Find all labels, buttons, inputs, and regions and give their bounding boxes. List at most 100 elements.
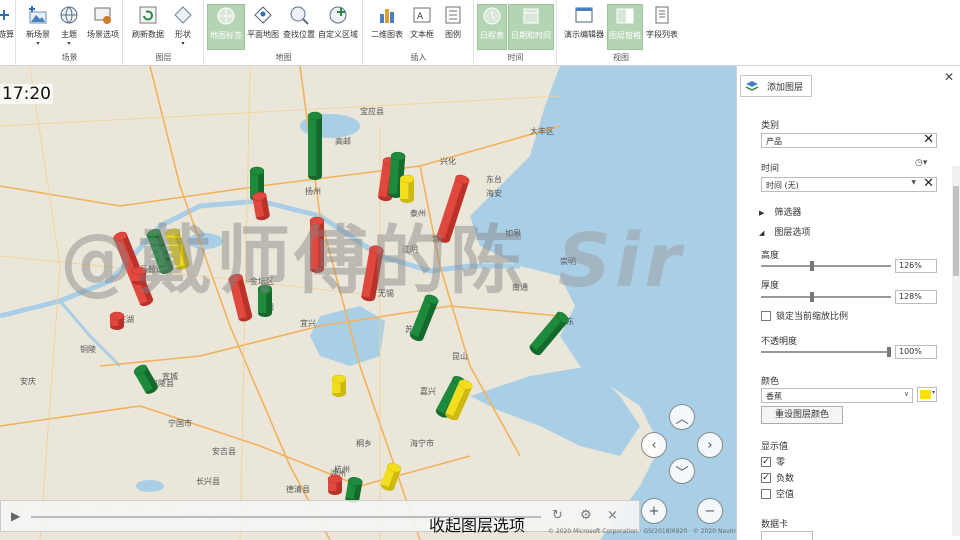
height-value[interactable]: 126% (895, 259, 937, 273)
thickness-value[interactable]: 128% (895, 290, 937, 304)
scrollbar-thumb[interactable] (953, 186, 959, 276)
negative-label: 负数 (776, 474, 795, 484)
layer-pane-label: 图层窗格 (609, 31, 641, 40)
lock-scale-checkbox[interactable]: 锁定当前缩放比例 (761, 309, 848, 322)
checkbox-box[interactable] (761, 310, 771, 321)
checkmark-icon[interactable]: ✓ (761, 472, 771, 483)
filter-section-toggle[interactable]: ▶ 筛选器 (759, 205, 801, 218)
map-labels-button[interactable]: 地图标签 (207, 4, 245, 50)
height-label: 高度 (761, 251, 780, 261)
refresh-data-label: 刷新数据 (132, 30, 164, 39)
map-place-label: 安庆 (20, 377, 36, 386)
map-place-label: 宜兴 (300, 319, 316, 328)
tilt-down-button[interactable]: ﹀ (669, 458, 695, 484)
tour-editor-button[interactable]: 演示编辑器 (562, 4, 606, 50)
scene-options-button[interactable]: 场景选项 (85, 4, 121, 50)
rotate-right-button[interactable]: › (697, 432, 723, 458)
dropdown-arrow-icon: ▾ (181, 40, 185, 47)
opacity-slider[interactable] (761, 347, 891, 357)
play-icon[interactable]: ▶ (11, 509, 20, 523)
panel-scrollbar[interactable] (952, 166, 960, 536)
ribbon-group-label-insert: 插入 (410, 53, 427, 62)
add-layer-button[interactable]: 添加图层 (740, 75, 812, 97)
ribbon: 游算 新场景 ▾ 主题 ▾ 场景选项 场景 刷新数据 形状 ▾ 图层 地图标签 … (0, 0, 960, 66)
theme-button[interactable]: 主题 ▾ (57, 4, 81, 50)
category-field[interactable]: 产品 ✕ (761, 132, 937, 148)
data-column-yellow[interactable] (330, 374, 348, 400)
tilt-up-button[interactable]: ︿ (669, 404, 695, 430)
data-card-button[interactable] (761, 531, 813, 540)
bar-chart-icon (380, 9, 394, 23)
data-column-red[interactable] (326, 474, 344, 498)
chevron-right-icon: › (707, 437, 713, 453)
opacity-slider-thumb[interactable] (887, 347, 891, 357)
thickness-slider[interactable] (761, 292, 891, 302)
negative-checkbox[interactable]: ✓ 负数 (761, 471, 794, 484)
clear-icon[interactable]: ✕ (923, 176, 934, 191)
reset-color-button[interactable]: 重设图层颜色 (761, 406, 843, 424)
field-list-button[interactable]: 字段列表 (644, 4, 680, 50)
rotate-left-button[interactable]: ‹ (641, 432, 667, 458)
map-place-label: 宝应县 (360, 107, 384, 116)
refresh-data-button[interactable]: 刷新数据 (130, 4, 166, 50)
legend-button[interactable]: 图例 (440, 4, 466, 50)
filter-section-label: 筛选器 (774, 208, 802, 218)
ribbon-group-label-view: 视图 (613, 53, 629, 62)
zero-checkbox[interactable]: ✓ 零 (761, 455, 785, 468)
null-checkbox[interactable]: 空值 (761, 487, 794, 500)
date-time-button[interactable]: 日期和时间 (508, 4, 554, 50)
layer-pane-icon (616, 8, 634, 24)
ribbon-group-label-scene: 场景 (61, 53, 78, 62)
timeline-button[interactable]: 日程表 (477, 4, 507, 50)
ribbon-group-map: 地图标签 平面地图 查找位置 自定义区域 地图 (205, 0, 363, 66)
2d-chart-button[interactable]: 二维图表 (368, 4, 406, 50)
close-icon[interactable]: × (607, 508, 618, 523)
map-place-label: 安吉县 (212, 447, 236, 456)
2d-chart-label: 二维图表 (371, 30, 403, 39)
shape-icon (174, 6, 192, 24)
zoom-out-button[interactable]: − (697, 498, 723, 524)
shape-button[interactable]: 形状 ▾ (170, 4, 196, 50)
checkmark-icon[interactable]: ✓ (761, 456, 771, 467)
flat-map-button[interactable]: 平面地图 (245, 4, 281, 50)
new-scene-button[interactable]: 新场景 ▾ (23, 4, 53, 50)
data-column-green[interactable] (306, 111, 324, 183)
timeline-label: 日程表 (480, 31, 504, 40)
thickness-slider-thumb[interactable] (810, 292, 814, 302)
color-swatch-button[interactable]: ▾ (917, 387, 937, 402)
map-place-label: 桐乡 (356, 439, 372, 448)
svg-text:A: A (417, 12, 424, 22)
ribbon-partial-button[interactable]: 游算 (0, 4, 16, 50)
layer-options-section-toggle[interactable]: ◢ 图层选项 (759, 225, 810, 238)
chevron-down-icon: ﹀ (675, 465, 689, 481)
custom-region-button[interactable]: 自定义区域 (317, 4, 359, 50)
text-box-label: 文本框 (410, 30, 434, 39)
close-icon[interactable]: ✕ (944, 70, 954, 84)
gear-icon[interactable]: ⚙ (580, 508, 592, 523)
height-slider[interactable] (761, 261, 891, 271)
opacity-value[interactable]: 100% (895, 345, 937, 359)
height-slider-thumb[interactable] (810, 261, 814, 271)
map-place-label: 兴化 (440, 157, 456, 166)
time-field[interactable]: 时间 (无) ▼ ✕ (761, 176, 937, 192)
calendar-icon (523, 8, 539, 24)
layer-options-section-label: 图层选项 (774, 228, 811, 238)
new-scene-icon (29, 6, 47, 24)
color-dropdown[interactable]: 香蕉 ∨ (761, 388, 913, 403)
zoom-in-button[interactable]: + (641, 498, 667, 524)
dropdown-arrow-icon[interactable]: ▼ (911, 179, 916, 186)
data-column-red[interactable] (108, 311, 126, 333)
ribbon-group-time: 日程表 日期和时间 时间 (475, 0, 557, 66)
find-location-button[interactable]: 查找位置 (281, 4, 317, 50)
map-canvas[interactable]: 马鞍山芜湖宁国市南陵县宣城长兴县湖州杭州德清县海宁市嘉兴苏州无锡江阴常熟扬州高邮… (0, 66, 736, 540)
thickness-label: 厚度 (761, 281, 780, 291)
text-box-button[interactable]: A 文本框 (408, 4, 436, 50)
map-place-label: 扬州 (305, 187, 321, 196)
clear-icon[interactable]: ✕ (923, 132, 934, 147)
layer-pane-button[interactable]: 图层窗格 (607, 4, 643, 50)
checkbox-box[interactable] (761, 488, 771, 499)
ribbon-group-insert: 二维图表 A 文本框 图例 插入 (364, 0, 474, 66)
loop-icon[interactable]: ↻ (552, 508, 563, 523)
time-options-icon[interactable]: ◷▾ (915, 158, 927, 168)
custom-region-label: 自定义区域 (318, 30, 358, 39)
